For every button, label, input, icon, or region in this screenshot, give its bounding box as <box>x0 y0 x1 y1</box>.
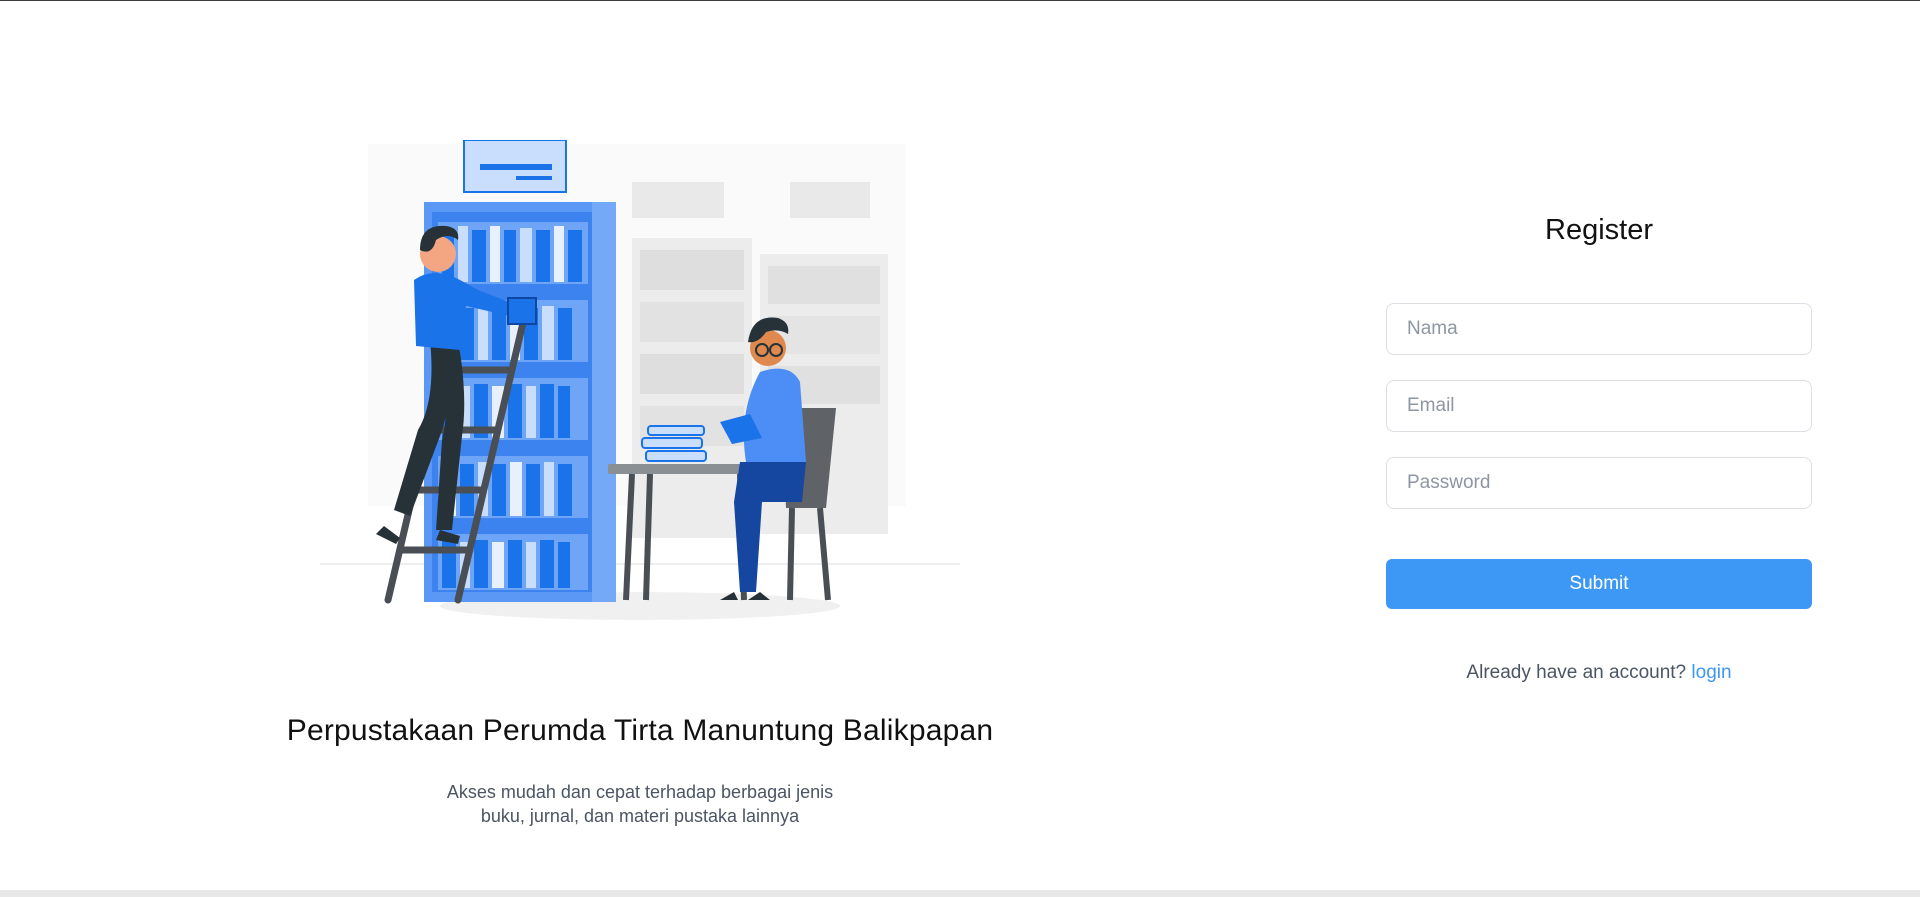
submit-button[interactable]: Submit <box>1386 559 1812 609</box>
library-illustration <box>320 140 960 620</box>
register-title: Register <box>1545 214 1653 246</box>
password-input[interactable] <box>1386 457 1812 509</box>
bottom-scrollbar-track <box>0 890 1920 897</box>
login-prompt-text: Already have an account? <box>1466 662 1687 683</box>
hero-subtitle: Akses mudah dan cepat terhadap berbagai … <box>420 780 860 828</box>
email-input[interactable] <box>1386 380 1812 432</box>
login-prompt-row: Already have an account? login <box>1386 662 1812 684</box>
top-border <box>0 0 1920 1</box>
hero-subtitle-line-1: Akses mudah dan cepat terhadap berbagai … <box>446 782 834 802</box>
login-link[interactable]: login <box>1691 662 1731 683</box>
nama-input[interactable] <box>1386 303 1812 355</box>
hero-subtitle-line-2: buku, jurnal, dan materi pustaka lainnya <box>480 806 800 826</box>
hero-title: Perpustakaan Perumda Tirta Manuntung Bal… <box>286 714 994 747</box>
